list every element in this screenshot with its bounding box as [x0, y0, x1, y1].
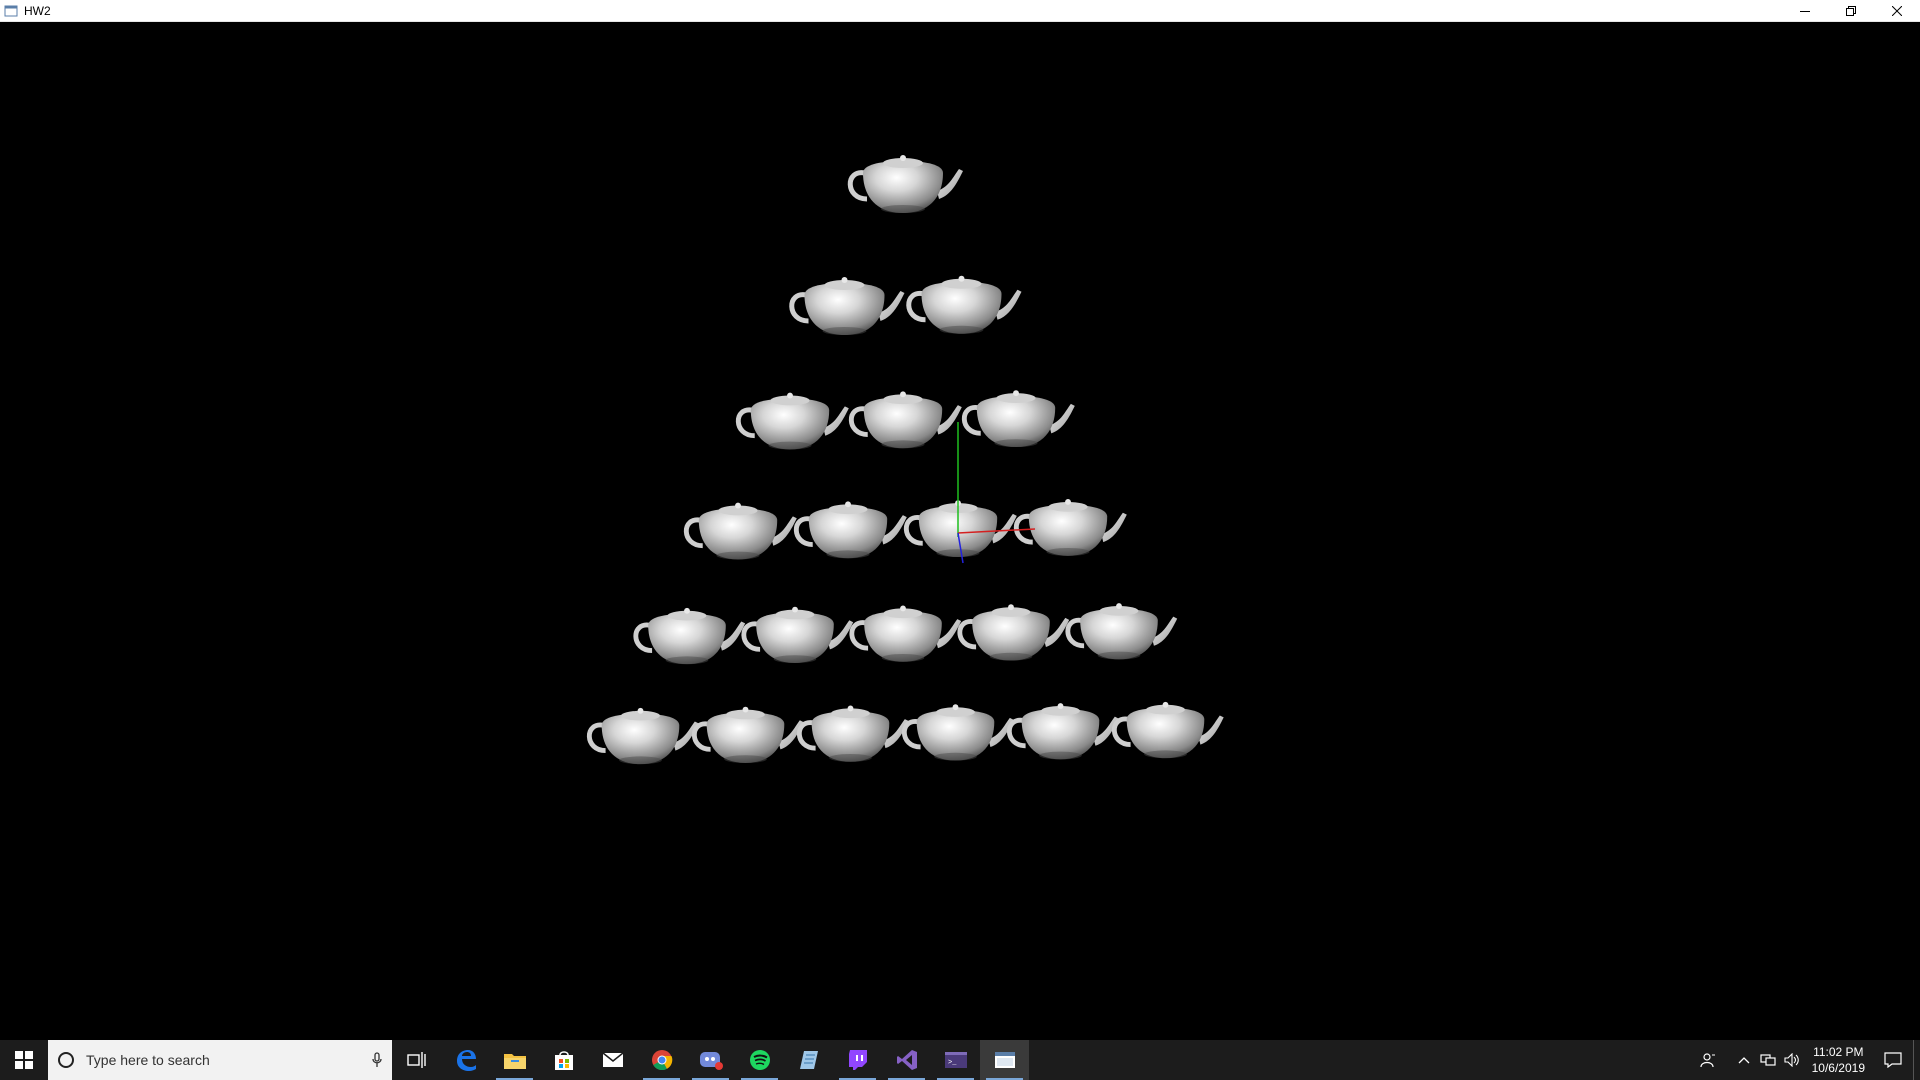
visual-studio-icon[interactable]	[882, 1040, 931, 1080]
app-window-icon	[4, 5, 18, 16]
taskbar: Type here to search >_ 11:02 PM 10/6/201…	[0, 1040, 1920, 1080]
window-title: HW2	[24, 3, 51, 18]
teapot-icon	[1009, 703, 1118, 759]
teapot-icon	[852, 606, 961, 662]
clock-time: 11:02 PM	[1813, 1045, 1864, 1059]
teapot-icon	[792, 277, 905, 335]
teapot-icon	[694, 707, 803, 763]
teapot-icon	[960, 604, 1069, 660]
twitch-icon[interactable]	[833, 1040, 882, 1080]
cortana-icon	[58, 1052, 74, 1068]
teapot-icon	[796, 501, 907, 558]
minimize-icon	[1800, 11, 1810, 12]
teapot-icon	[1016, 499, 1127, 556]
discord-icon[interactable]	[686, 1040, 735, 1080]
teapot-scene	[0, 22, 1920, 1040]
teapot-icon	[1114, 702, 1223, 758]
show-desktop-button[interactable]	[1913, 1040, 1920, 1080]
action-center-icon[interactable]	[1873, 1040, 1913, 1080]
minimize-button[interactable]	[1782, 0, 1828, 22]
window-title-bar: HW2	[0, 0, 1920, 22]
chrome-icon[interactable]	[637, 1040, 686, 1080]
mail-icon[interactable]	[588, 1040, 637, 1080]
clock-date: 10/6/2019	[1811, 1061, 1865, 1075]
teapot-icon	[738, 393, 849, 450]
teapot-icon	[851, 391, 962, 448]
close-button[interactable]	[1874, 0, 1920, 22]
svg-text:>_: >_	[948, 1059, 957, 1067]
chevron-up-icon[interactable]	[1732, 1040, 1756, 1080]
hw2-app-icon[interactable]	[980, 1040, 1029, 1080]
teapot-icon	[904, 704, 1013, 760]
spotify-icon[interactable]	[735, 1040, 784, 1080]
search-box[interactable]: Type here to search	[48, 1040, 392, 1080]
render-viewport[interactable]	[0, 22, 1920, 1040]
teapot-icon	[636, 608, 745, 664]
microphone-icon[interactable]	[362, 1040, 392, 1080]
restore-button[interactable]	[1828, 0, 1874, 22]
search-placeholder: Type here to search	[86, 1052, 210, 1068]
volume-icon[interactable]	[1780, 1040, 1804, 1080]
taskbar-apps: >_	[392, 1040, 1029, 1080]
teapot-icon	[799, 706, 908, 762]
file-explorer-icon[interactable]	[490, 1040, 539, 1080]
close-icon	[1892, 6, 1902, 16]
teapot-icon	[744, 607, 853, 663]
windows-logo-icon	[15, 1051, 33, 1069]
task-view-icon[interactable]	[392, 1040, 441, 1080]
teapot-icon	[589, 708, 698, 764]
people-icon[interactable]	[1696, 1040, 1720, 1080]
teapot-icon	[1068, 603, 1177, 659]
start-button[interactable]	[0, 1040, 48, 1080]
system-tray: 11:02 PM 10/6/2019	[1696, 1040, 1920, 1080]
teapot-icon	[964, 390, 1075, 447]
restore-icon	[1846, 6, 1856, 16]
clock[interactable]: 11:02 PM 10/6/2019	[1804, 1044, 1873, 1076]
teapot-icon	[909, 276, 1022, 334]
terminal-icon[interactable]: >_	[931, 1040, 980, 1080]
edge-icon[interactable]	[441, 1040, 490, 1080]
window-controls	[1782, 0, 1920, 22]
notes-icon[interactable]	[784, 1040, 833, 1080]
teapot-icon	[686, 503, 797, 560]
network-icon[interactable]	[1756, 1040, 1780, 1080]
teapot-icon	[906, 500, 1017, 557]
store-icon[interactable]	[539, 1040, 588, 1080]
teapot-icon	[850, 155, 963, 213]
